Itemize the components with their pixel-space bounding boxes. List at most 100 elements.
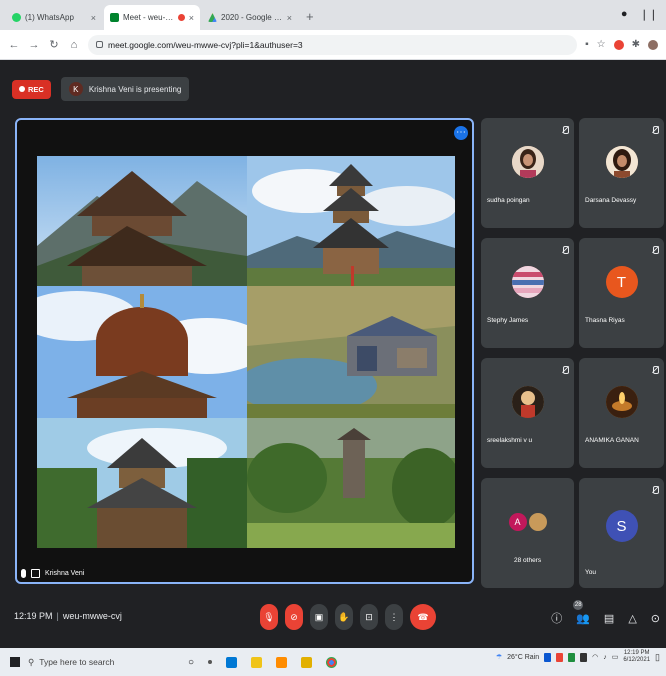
tab-meet[interactable]: Meet - weu-mwwe-cvj ×: [104, 5, 200, 30]
participant-tile[interactable]: sreelakshmi v u: [481, 358, 574, 468]
taskbar-search[interactable]: ⚲ Type here to search: [28, 657, 178, 668]
participant-avatar: T: [605, 266, 638, 298]
participant-tile[interactable]: Darsana Devassy: [579, 118, 664, 228]
home-icon[interactable]: ⌂: [68, 39, 80, 51]
call-controls: 🎙 ⊘ ▣ ✋ ⊡ ⋮ ☎: [260, 604, 436, 630]
window-restore-icon[interactable]: ❘❘: [640, 8, 658, 21]
app-icon[interactable]: [301, 656, 313, 668]
present-screen-icon: ⊡: [365, 611, 373, 622]
participant-tile[interactable]: ANAMIKA GANAN: [579, 358, 664, 468]
end-call-icon: ☎: [417, 611, 429, 622]
mic-off-icon: 🎙: [263, 611, 275, 622]
drive-icon: [208, 13, 217, 22]
cortana-icon[interactable]: ○: [188, 657, 194, 668]
host-controls-icon[interactable]: ⊙: [651, 612, 660, 625]
weather-icon: ☂: [495, 654, 503, 662]
close-tab-icon[interactable]: ×: [189, 13, 194, 23]
battery-icon[interactable]: ▭: [612, 653, 619, 661]
meet-window: REC K Krishna Veni is presenting ⋯ Krish…: [0, 60, 666, 640]
people-count-badge: 28: [573, 600, 584, 610]
avatar-icon[interactable]: [648, 39, 658, 50]
wifi-icon[interactable]: ◠: [592, 653, 598, 661]
forward-icon[interactable]: →: [28, 39, 40, 51]
task-view-icon[interactable]: [208, 660, 213, 664]
people-icon[interactable]: 👥: [576, 612, 590, 625]
participant-avatar: [511, 266, 544, 298]
collage-photo: [247, 286, 455, 418]
collage-photo: [247, 156, 455, 286]
close-tab-icon[interactable]: ×: [287, 13, 292, 23]
self-tile[interactable]: S You: [579, 478, 664, 588]
url-field[interactable]: meet.google.com/weu-mwwe-cvj?pli=1&authu…: [88, 34, 578, 55]
others-tile[interactable]: A 28 others: [481, 478, 574, 588]
bookmark-star-icon[interactable]: ☆: [597, 39, 606, 50]
participant-avatar: A: [508, 513, 527, 531]
tab-title: (1) WhatsApp: [25, 13, 74, 22]
lock-icon[interactable]: [96, 41, 103, 48]
camera-toggle-button[interactable]: ⊘: [285, 604, 303, 630]
paint-icon[interactable]: [251, 656, 263, 668]
tray-app-icon[interactable]: [580, 652, 588, 662]
participant-tile[interactable]: Stephy James: [481, 238, 574, 348]
tray-app-icon[interactable]: [544, 652, 552, 662]
participant-avatar: [605, 146, 638, 178]
reload-icon[interactable]: ↻: [48, 38, 60, 51]
notifications-icon[interactable]: ▯: [655, 652, 660, 663]
participant-tile[interactable]: sudha poingan: [481, 118, 574, 228]
participant-tile[interactable]: T Thasna Riyas: [579, 238, 664, 348]
extensions-puzzle-icon[interactable]: ✱: [632, 39, 640, 50]
tray-app-icon[interactable]: [568, 652, 576, 662]
tray-app-icon[interactable]: [556, 652, 564, 662]
raise-hand-button[interactable]: ✋: [335, 604, 353, 630]
windows-start-icon[interactable]: [10, 657, 20, 667]
store-icon[interactable]: [226, 656, 238, 668]
more-options-icon[interactable]: ⋯: [454, 126, 468, 140]
more-options-button[interactable]: ⋮: [385, 604, 403, 630]
files-icon[interactable]: [276, 656, 288, 668]
presenting-text: Krishna Veni is presenting: [88, 84, 182, 94]
search-placeholder: Type here to search: [39, 657, 115, 667]
present-button[interactable]: ⊡: [360, 604, 378, 630]
tab-drive[interactable]: 2020 - Google Drive ×: [202, 5, 298, 30]
new-tab-button[interactable]: +: [300, 9, 320, 30]
info-icon[interactable]: ⓘ: [551, 610, 562, 626]
mic-off-icon: [652, 486, 659, 494]
weather-text[interactable]: 26°C Rain: [507, 654, 539, 661]
search-icon: ⚲: [28, 656, 35, 667]
mic-toggle-button[interactable]: 🎙: [260, 604, 278, 630]
meeting-time: 12:19 PM: [14, 611, 53, 621]
participant-avatar: [511, 386, 544, 418]
mic-off-icon: [562, 126, 569, 134]
others-avatar-stack: A: [508, 506, 548, 538]
extension-icon[interactable]: [613, 39, 624, 50]
presentation-stage[interactable]: ⋯ Krishna Veni: [15, 118, 474, 584]
mic-off-icon: [652, 366, 659, 374]
tab-whatsapp[interactable]: (1) WhatsApp ×: [6, 5, 102, 30]
participant-name: You: [585, 569, 596, 576]
close-tab-icon[interactable]: ×: [91, 13, 96, 23]
participant-name: Thasna Riyas: [585, 317, 625, 324]
profile-icon[interactable]: ●: [621, 8, 628, 21]
leave-call-button[interactable]: ☎: [410, 604, 436, 630]
chrome-icon[interactable]: [326, 656, 338, 668]
captions-button[interactable]: ▣: [310, 604, 328, 630]
activities-icon[interactable]: △: [628, 612, 636, 625]
recording-dot-icon: [177, 14, 185, 21]
camera-permission-icon[interactable]: ▪: [585, 39, 589, 50]
meet-icon: [110, 13, 119, 22]
tab-title: 2020 - Google Drive: [221, 13, 283, 22]
more-vert-icon: ⋮: [389, 611, 399, 622]
taskbar-time: 12:19 PM: [623, 650, 650, 656]
participant-name: Stephy James: [487, 317, 529, 324]
chat-icon[interactable]: ▤: [604, 612, 614, 625]
back-icon[interactable]: ←: [8, 39, 20, 51]
volume-icon[interactable]: ♪: [603, 654, 607, 661]
taskbar-clock[interactable]: 12:19 PM 6/12/2021: [623, 650, 650, 664]
mic-off-icon: [652, 246, 659, 254]
collage-photo: [37, 156, 247, 286]
meeting-details[interactable]: 12:19 PM | weu-mwwe-cvj: [14, 611, 122, 621]
presenting-banner: K Krishna Veni is presenting: [60, 77, 190, 101]
mic-off-icon: [562, 246, 569, 254]
captions-icon: ▣: [314, 611, 324, 622]
collage-photo: [37, 418, 247, 548]
